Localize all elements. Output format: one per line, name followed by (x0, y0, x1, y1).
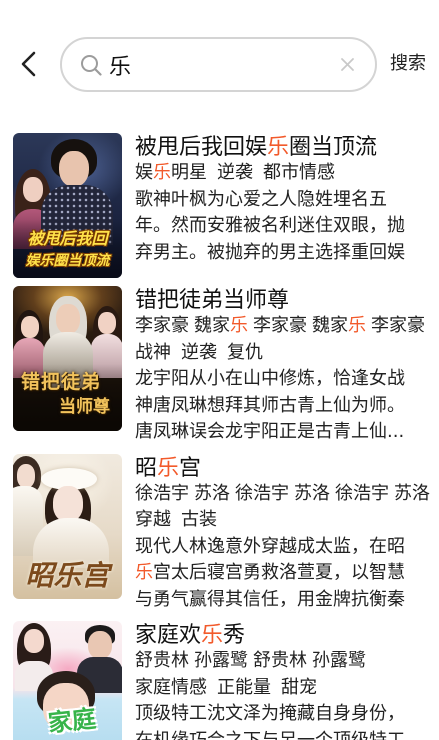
result-cover-image: 家庭 (13, 621, 122, 740)
result-tags: 娱乐明星 逆袭 都市情感 (135, 160, 431, 187)
result-title: 昭乐宫 (135, 455, 202, 481)
cast-name: 苏洛 (194, 482, 230, 504)
cast-name: 魏家乐 (312, 315, 366, 336)
cast-name: 徐浩宇 (135, 482, 189, 504)
result-cast: 李家豪 魏家乐 李家豪 魏家乐 李家豪 (135, 313, 431, 340)
search-result-item[interactable]: 家庭 家庭欢乐秀 舒贵林 孙露鹭 舒贵林 孙露鹭 家庭情感 正能量 甜宠 顶级特… (13, 621, 439, 740)
cover-title-text: 当师尊 (59, 397, 110, 417)
result-tags: 穿越 古装 (135, 507, 431, 534)
genre-tag: 正能量 (217, 676, 271, 698)
result-info: 昭乐宫 徐浩宇 苏洛 徐浩宇 苏洛 徐浩宇 苏洛 穿越 古装 现代人林逸意外穿越… (135, 454, 431, 614)
cover-title-text: 昭乐宫 (25, 558, 110, 592)
search-icon (81, 55, 102, 76)
cover-figure-face (98, 312, 116, 334)
result-title: 错把徒弟当师尊 (135, 288, 290, 313)
cover-title-text: 错把徒弟 (21, 371, 102, 393)
result-cast: 舒贵林 孙露鹭 舒贵林 孙露鹭 (135, 648, 431, 675)
genre-tag: 复仇 (227, 341, 263, 363)
cover-figure-face (17, 463, 35, 488)
search-input[interactable] (109, 39, 324, 90)
genre-tag: 都市情感 (263, 162, 335, 183)
result-cover-image: 昭乐宫 (13, 453, 122, 599)
result-description: 现代人林逸意外穿越成太监，在昭乐宫太后寝宫勇救洛萱夏，以智慧与勇气赢得其信任，用… (135, 535, 405, 610)
result-description: 歌神叶枫为心爱之人隐姓埋名五年。然而安雅被名利迷住双眼，抛弃男主。被抛弃的男主选… (135, 188, 405, 263)
clear-search-button[interactable] (340, 57, 355, 72)
genre-tag: 逆袭 (181, 341, 217, 363)
cast-name: 苏洛 (294, 482, 330, 504)
cover-figure-face (88, 631, 112, 659)
genre-tag: 娱乐明星 (135, 162, 207, 183)
search-button[interactable]: 搜索 (390, 52, 426, 76)
result-info: 错把徒弟当师尊 李家豪 魏家乐 李家豪 魏家乐 李家豪 战神 逆袭 复仇 龙宇阳… (135, 286, 431, 446)
genre-tag: 甜宠 (281, 676, 317, 698)
keyword-highlight: 乐 (135, 562, 153, 583)
cast-name: 李家豪 (253, 315, 307, 336)
result-title: 家庭欢乐秀 (135, 623, 246, 648)
cast-name: 舒贵林 (253, 650, 307, 671)
genre-tag: 家庭情感 (135, 676, 207, 698)
cast-name: 李家豪 (135, 315, 189, 336)
result-tags: 战神 逆袭 复仇 (135, 340, 431, 367)
result-cover-image: 错把徒弟 当师尊 (13, 286, 122, 431)
genre-tag: 古装 (181, 509, 217, 530)
cast-name: 魏家乐 (194, 315, 248, 336)
cover-title-text: 娱乐圈当顶流 (25, 253, 110, 269)
result-cover-image: 被甩后我回 娱乐圈当顶流 (13, 133, 122, 278)
result-info: 家庭欢乐秀 舒贵林 孙露鹭 舒贵林 孙露鹭 家庭情感 正能量 甜宠 顶级特工沈文… (135, 621, 431, 740)
genre-tag: 战神 (135, 341, 171, 363)
back-button[interactable] (18, 51, 40, 77)
keyword-highlight: 乐 (348, 315, 366, 336)
keyword-highlight: 乐 (157, 455, 180, 481)
keyword-highlight: 乐 (230, 315, 248, 336)
cast-name: 徐浩宇 (235, 482, 289, 504)
search-result-item[interactable]: 被甩后我回 娱乐圈当顶流 被甩后我回娱乐圈当顶流 娱乐明星 逆袭 都市情感 歌神… (13, 133, 439, 278)
search-results-list: 被甩后我回 娱乐圈当顶流 被甩后我回娱乐圈当顶流 娱乐明星 逆袭 都市情感 歌神… (13, 133, 439, 740)
search-result-item[interactable]: 错把徒弟 当师尊 错把徒弟当师尊 李家豪 魏家乐 李家豪 魏家乐 李家豪 战神 … (13, 286, 439, 446)
cover-figure-face (59, 151, 89, 187)
cast-name: 舒贵林 (135, 650, 189, 671)
cover-figure-face (53, 485, 83, 522)
cover-figure-face (23, 177, 43, 202)
result-title: 被甩后我回娱乐圈当顶流 (135, 135, 378, 160)
cast-name: 李家豪 (371, 315, 425, 336)
keyword-highlight: 乐 (201, 623, 224, 648)
result-cast: 徐浩宇 苏洛 徐浩宇 苏洛 徐浩宇 苏洛 (135, 481, 431, 508)
cast-name: 苏洛 (394, 482, 430, 504)
cover-title-text: 家庭 (46, 704, 98, 738)
result-info: 被甩后我回娱乐圈当顶流 娱乐明星 逆袭 都市情感 歌神叶枫为心爱之人隐姓埋名五年… (135, 133, 431, 266)
search-result-item[interactable]: 昭乐宫 昭乐宫 徐浩宇 苏洛 徐浩宇 苏洛 徐浩宇 苏洛 穿越 古装 现代人林逸… (13, 453, 439, 614)
cover-figure-face (24, 629, 44, 653)
chevron-left-icon (21, 51, 36, 77)
search-bar[interactable] (60, 37, 377, 92)
close-icon (341, 58, 354, 71)
search-header: 搜索 (0, 0, 439, 120)
cover-title-text: 被甩后我回 (27, 229, 108, 248)
cast-name: 孙露鹭 (194, 650, 248, 671)
genre-tag: 逆袭 (217, 162, 253, 183)
result-description: 顶级特工沈文泽为掩藏自身身份，在机缘巧合之下与另一个顶级特工 (135, 703, 405, 740)
result-description: 龙宇阳从小在山中修炼，恰逢女战神唐凤琳想拜其师古青上仙为师。唐凤琳误会龙宇阳正是… (135, 368, 405, 442)
genre-tag: 穿越 (135, 509, 171, 530)
cover-figure-face (21, 316, 39, 338)
result-tags: 家庭情感 正能量 甜宠 (135, 675, 431, 702)
keyword-highlight: 乐 (267, 135, 290, 160)
cast-name: 孙露鹭 (312, 650, 366, 671)
cover-figure-face (56, 304, 80, 334)
keyword-highlight: 乐 (153, 162, 171, 183)
cast-name: 徐浩宇 (335, 482, 389, 504)
